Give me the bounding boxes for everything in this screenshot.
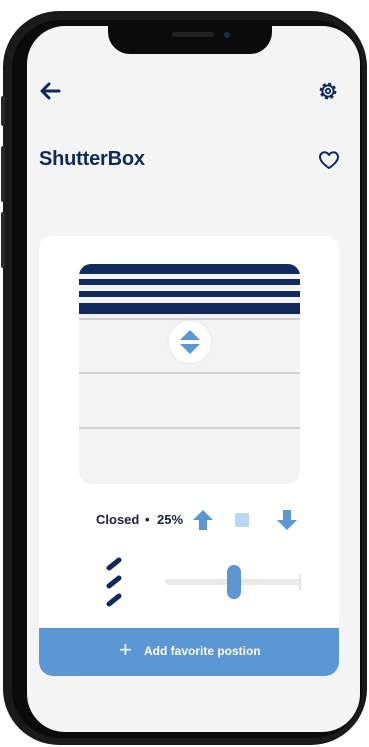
shutter-down-button[interactable] [276,508,298,532]
settings-button[interactable] [316,79,340,103]
shutter-position-percent: 25% [157,512,184,527]
arrow-down-icon [277,510,297,530]
heart-outline-icon [319,151,339,169]
window-divider-line [79,318,300,320]
shutter-card: Closed • 25% + Add favorite postion [39,236,339,676]
page-title: ShutterBox [39,148,145,170]
plus-icon: + [119,637,132,662]
shutter-slat [79,264,300,274]
shutter-status-row: Closed • 25% [39,508,339,532]
add-favorite-position-button[interactable]: + Add favorite postion [39,628,339,676]
shutter-slat [79,279,300,285]
arrow-up-icon [193,510,213,530]
status-separator: • [145,512,150,527]
back-button[interactable] [38,80,62,102]
window-divider-line [79,427,300,429]
shutter-visual[interactable] [79,264,300,484]
phone-side-button [1,146,5,202]
shutter-stop-button[interactable] [235,513,249,527]
speaker-grille [172,32,214,37]
window-divider-line [79,372,300,374]
shutter-drag-handle[interactable] [169,321,211,363]
tilt-slider[interactable] [165,562,305,602]
shutter-slat [79,291,300,297]
tilt-slats-icon [105,556,123,608]
up-down-arrows-icon [180,330,200,354]
arrow-left-icon [40,82,61,100]
front-camera [224,32,230,38]
shutter-status-label: Closed [96,512,140,527]
tilt-slider-end [299,574,301,590]
phone-side-button [1,96,5,126]
tilt-slider-thumb[interactable] [227,565,241,599]
shutter-up-button[interactable] [192,508,214,532]
gear-icon [319,82,337,100]
add-favorite-label: Add favorite postion [144,644,261,658]
phone-side-button [1,212,5,268]
shutter-slat [79,306,300,314]
phone-notch [108,22,272,54]
favorite-button[interactable] [317,149,341,171]
